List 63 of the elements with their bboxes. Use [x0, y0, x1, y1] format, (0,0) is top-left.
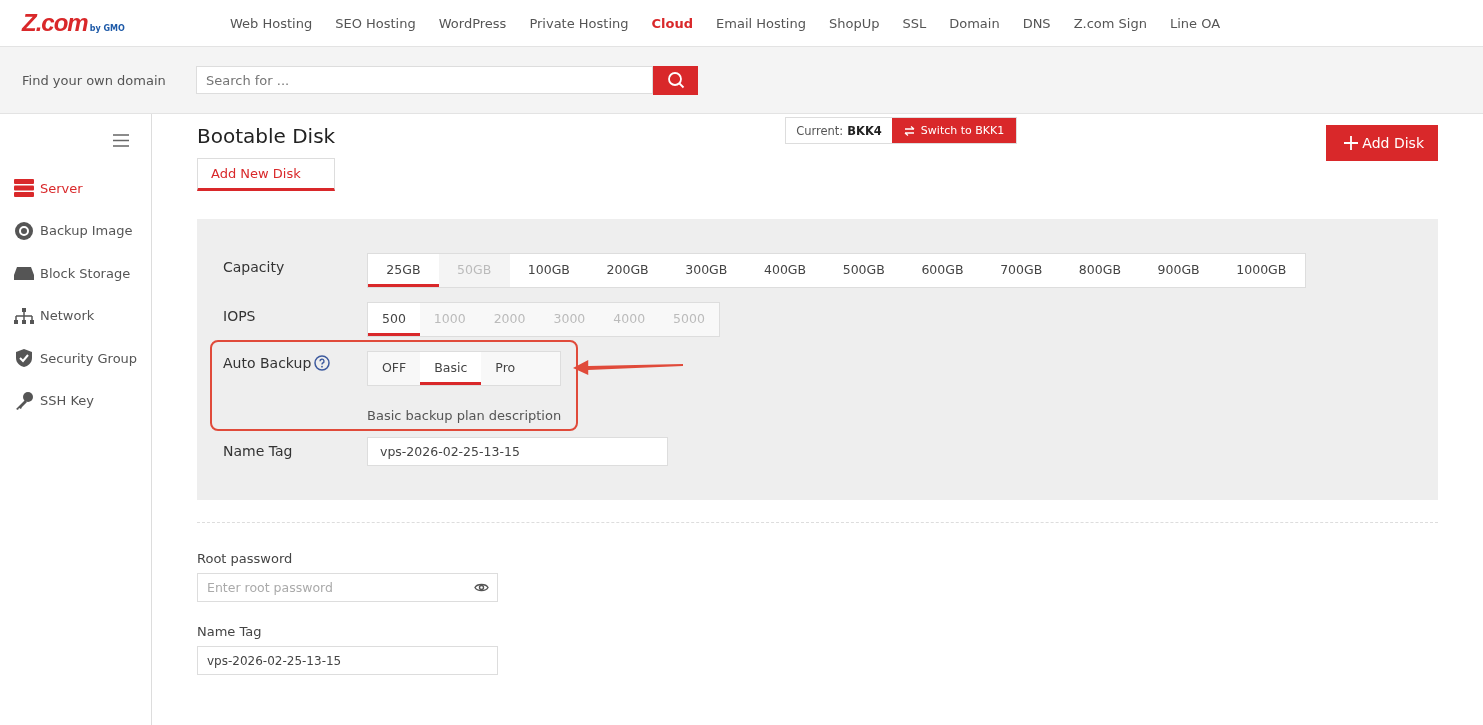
menu-icon[interactable]: [113, 134, 129, 147]
capacity-option[interactable]: 500GB: [824, 254, 904, 287]
search-label: Find your own domain: [22, 72, 167, 88]
nav-link[interactable]: SEO Hosting: [323, 15, 428, 31]
key-icon: [14, 390, 34, 411]
field-label: Auto Backup: [223, 355, 312, 371]
nav-link[interactable]: Cloud: [640, 15, 705, 31]
switch-region-button[interactable]: Switch to BKK1: [891, 118, 1017, 143]
help-icon[interactable]: [314, 355, 331, 371]
sidebar-item[interactable]: Server: [0, 167, 151, 210]
search-button[interactable]: [653, 65, 698, 95]
name-tag-field[interactable]: vps-2026-02-25-13-15: [367, 437, 668, 466]
disc-icon: [14, 220, 34, 241]
backup-option[interactable]: Pro: [481, 352, 530, 385]
current-region: Current: BKK4: [795, 122, 883, 140]
iops-option[interactable]: 500: [368, 303, 420, 336]
eye-icon[interactable]: [474, 582, 489, 593]
nav-link[interactable]: DNS: [1011, 15, 1063, 31]
field-label: Name Tag: [197, 624, 263, 639]
page-title: Bootable Disk: [197, 124, 336, 148]
swap-icon: [903, 125, 915, 136]
field-label: IOPS: [223, 307, 257, 324]
capacity-option[interactable]: 800GB: [1060, 254, 1140, 287]
plus-icon: [1344, 136, 1359, 150]
nav-link[interactable]: Line OA: [1158, 15, 1232, 31]
nav-link[interactable]: WordPress: [427, 15, 518, 31]
search-icon: [666, 71, 685, 89]
add-disk-button[interactable]: Add Disk: [1326, 125, 1438, 161]
field-label: Root password: [197, 551, 294, 566]
server-icon: [14, 178, 34, 199]
nav-link[interactable]: Email Hosting: [704, 15, 818, 31]
search-field[interactable]: Search for ...: [196, 66, 653, 94]
capacity-option[interactable]: 100GB: [509, 254, 589, 287]
sidebar-item[interactable]: SSH Key: [0, 379, 151, 422]
logo-wordmark[interactable]: Z.com: [22, 9, 88, 37]
sidebar-item[interactable]: Network: [0, 294, 151, 337]
sidebar-item[interactable]: Block Storage: [0, 252, 151, 295]
logo-tagline: by GMO: [89, 24, 125, 33]
capacity-option[interactable]: 300GB: [666, 254, 746, 287]
name-tag-field[interactable]: vps-2026-02-25-13-15: [197, 646, 498, 675]
nav-link[interactable]: Private Hosting: [517, 15, 641, 31]
nav-link[interactable]: Web Hosting: [207, 15, 324, 31]
nav-link[interactable]: ShopUp: [817, 15, 891, 31]
backup-description: Basic backup plan description: [367, 408, 562, 423]
backup-option[interactable]: Basic: [420, 352, 482, 385]
add-new-disk-tab[interactable]: Add New Disk: [197, 158, 336, 191]
capacity-option[interactable]: 400GB: [745, 254, 825, 287]
backup-option[interactable]: OFF: [368, 352, 421, 385]
nav-link[interactable]: Domain: [937, 15, 1012, 31]
capacity-option[interactable]: 900GB: [1139, 254, 1218, 287]
capacity-option[interactable]: 1000GB: [1218, 254, 1305, 287]
capacity-option[interactable]: 600GB: [903, 254, 982, 287]
capacity-option[interactable]: 700GB: [981, 254, 1061, 287]
capacity-option[interactable]: 200GB: [588, 254, 667, 287]
sidebar-item[interactable]: Backup Image: [0, 209, 151, 252]
field-label: Capacity: [223, 258, 286, 275]
sidebar-item[interactable]: Security Group: [0, 337, 151, 380]
password-field[interactable]: Enter root password: [197, 573, 498, 602]
network-icon: [14, 305, 34, 326]
shield-icon: [14, 348, 34, 369]
nav-link[interactable]: Z.com Sign: [1062, 15, 1159, 31]
field-label: Name Tag: [223, 442, 294, 459]
nav-link[interactable]: SSL: [890, 15, 938, 31]
